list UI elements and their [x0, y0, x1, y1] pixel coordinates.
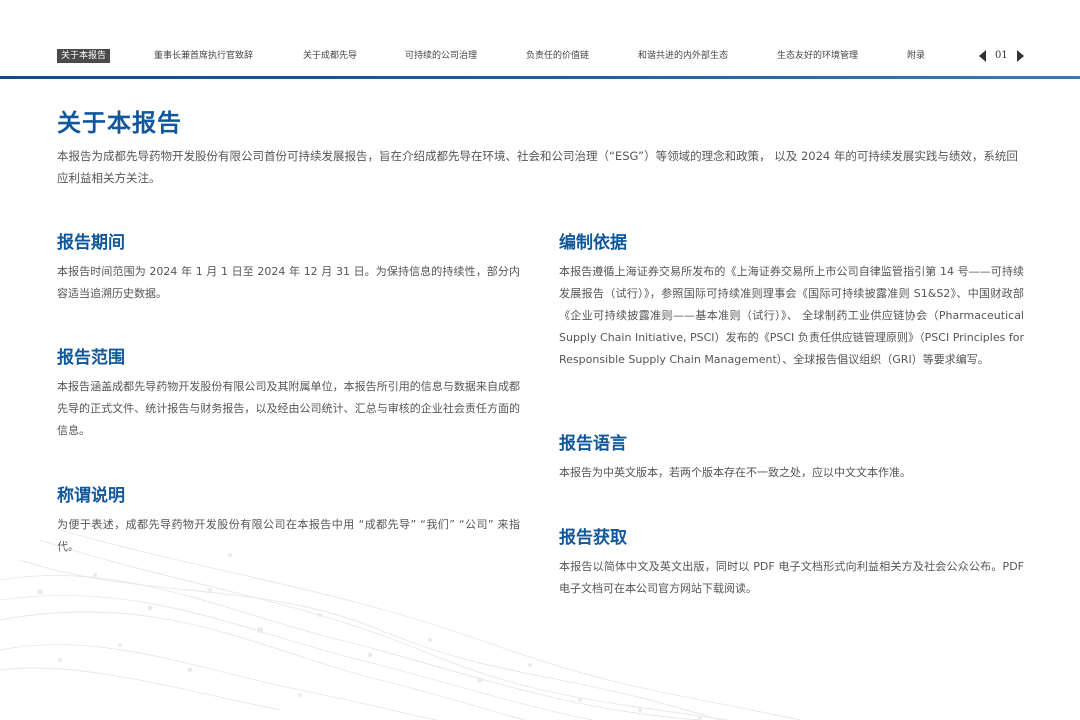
section-title-terms: 称谓说明: [57, 486, 125, 506]
section-title-period: 报告期间: [57, 233, 125, 253]
section-language: 报告语言 本报告为中英文版本，若两个版本存在不一致之处，应以中文文本作准。: [559, 432, 1024, 484]
section-period: 报告期间 本报告时间范围为 2024 年 1 月 1 日至 2024 年 12 …: [57, 231, 520, 305]
section-title-scope: 报告范围: [57, 348, 125, 368]
nav-item-governance[interactable]: 可持续的公司治理: [405, 50, 477, 62]
top-navigation: 关于本报告 董事长兼首席执行官致辞 关于成都先导 可持续的公司治理 负责任的价值…: [0, 0, 1080, 80]
nav-item-ecosystem[interactable]: 和谐共进的内外部生态: [638, 50, 728, 62]
caret-left-icon[interactable]: [979, 50, 986, 62]
nav-item-appendix[interactable]: 附录: [907, 50, 925, 62]
section-access: 报告获取 本报告以简体中文及英文出版，同时以 PDF 电子文档形式向利益相关方及…: [559, 526, 1024, 600]
page-number: 01: [995, 50, 1008, 61]
caret-right-icon[interactable]: [1017, 50, 1024, 62]
section-title-access: 报告获取: [559, 528, 627, 548]
section-body-basis: 本报告遵循上海证券交易所发布的《上海证券交易所上市公司自律监管指引第 14 号—…: [559, 265, 1024, 366]
header-divider: [0, 76, 1080, 79]
section-body-terms: 为便于表述，成都先导药物开发股份有限公司在本报告中用 “成都先导” “我们” “…: [57, 518, 520, 553]
nav-item-environment[interactable]: 生态友好的环境管理: [777, 50, 858, 62]
nav-item-chairman-letter[interactable]: 董事长兼首席执行官致辞: [154, 50, 253, 62]
page-title: 关于本报告: [57, 109, 182, 137]
nav-item-about-company[interactable]: 关于成都先导: [303, 50, 357, 62]
nav-item-value-chain[interactable]: 负责任的价值链: [526, 50, 589, 62]
section-basis: 编制依据 本报告遵循上海证券交易所发布的《上海证券交易所上市公司自律监管指引第 …: [559, 231, 1024, 371]
section-title-language: 报告语言: [559, 434, 627, 454]
section-body-access: 本报告以简体中文及英文出版，同时以 PDF 电子文档形式向利益相关方及社会公众公…: [559, 560, 1024, 595]
section-scope: 报告范围 本报告涵盖成都先导药物开发股份有限公司及其附属单位，本报告所引用的信息…: [57, 346, 520, 442]
page-pager: 01: [976, 49, 1026, 63]
section-body-language: 本报告为中英文版本，若两个版本存在不一致之处，应以中文文本作准。: [559, 466, 911, 479]
section-body-period: 本报告时间范围为 2024 年 1 月 1 日至 2024 年 12 月 31 …: [57, 265, 520, 300]
nav-item-about-report[interactable]: 关于本报告: [57, 49, 111, 63]
section-body-scope: 本报告涵盖成都先导药物开发股份有限公司及其附属单位，本报告所引用的信息与数据来自…: [57, 380, 520, 437]
section-terms: 称谓说明 为便于表述，成都先导药物开发股份有限公司在本报告中用 “成都先导” “…: [57, 484, 520, 558]
intro-paragraph: 本报告为成都先导药物开发股份有限公司首份可持续发展报告，旨在介绍成都先导在环境、…: [57, 149, 1018, 185]
section-title-basis: 编制依据: [559, 233, 627, 253]
